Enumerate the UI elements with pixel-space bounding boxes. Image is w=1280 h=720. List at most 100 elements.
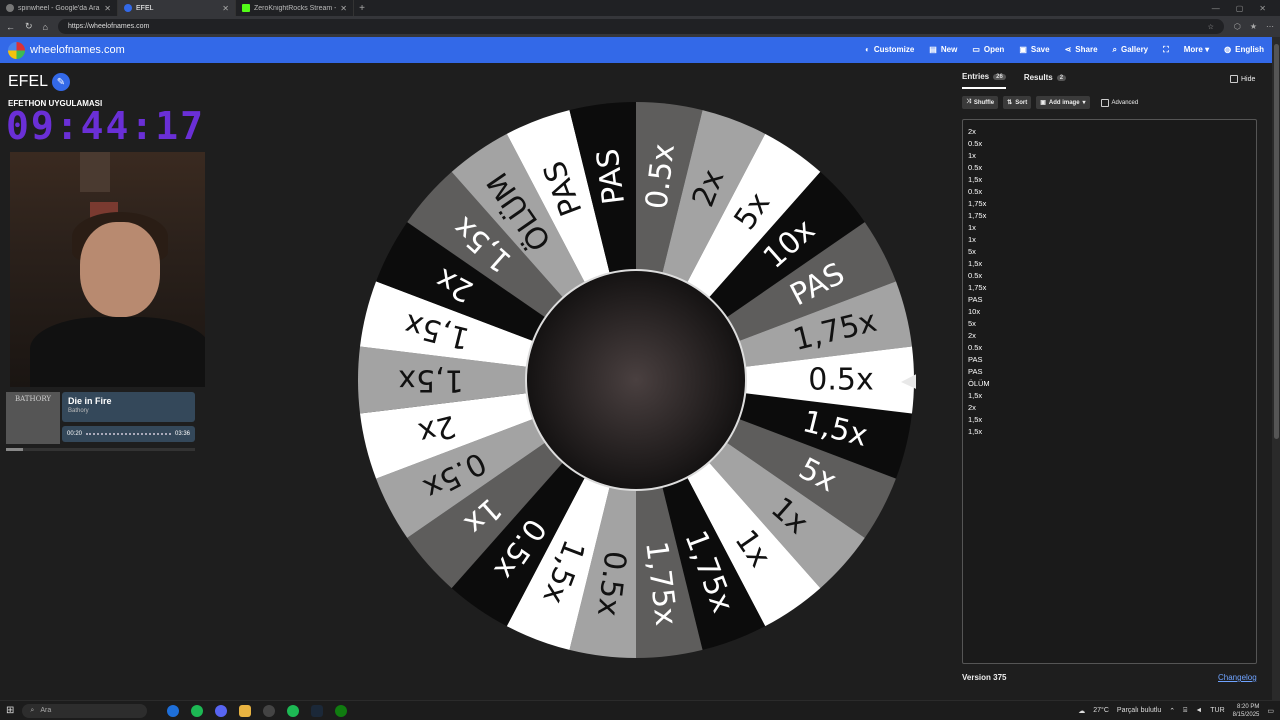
spotify-icon[interactable]: [191, 704, 204, 717]
hide-toggle[interactable]: Hide: [1230, 75, 1255, 83]
system-tray: ☁ 27°C Parçalı bulutlu ⌃ ⌸ ◄ TUR 8:20 PM…: [1078, 703, 1274, 719]
scrollbar-thumb[interactable]: [1274, 44, 1279, 439]
logo-icon[interactable]: [8, 41, 25, 59]
entry-line: 1,5x: [968, 415, 983, 424]
weather-temp[interactable]: 27°C: [1093, 707, 1109, 714]
bookmark-star-icon[interactable]: ☆: [1208, 23, 1214, 31]
advanced-toggle[interactable]: Advanced: [1100, 98, 1138, 107]
minimize-icon[interactable]: —: [1212, 4, 1220, 13]
stream-timer: 09:44:17: [6, 104, 206, 148]
close-icon[interactable]: ✕: [104, 4, 111, 13]
track-progress: 00:20 03:36: [62, 426, 195, 442]
entry-line: 2x: [968, 127, 976, 136]
edge-icon[interactable]: [167, 704, 180, 717]
edit-title-button[interactable]: ✎: [52, 73, 70, 91]
tab-entries[interactable]: Entries 26: [962, 72, 1006, 89]
elapsed-time: 00:20: [67, 431, 83, 437]
language-button[interactable]: ◍ English: [1224, 45, 1264, 55]
entry-line: 5x: [968, 319, 976, 328]
network-icon[interactable]: ⌸: [1183, 707, 1187, 715]
entry-line: 1x: [968, 151, 976, 160]
close-icon[interactable]: ✕: [222, 4, 229, 13]
shuffle-icon: ⤨: [966, 99, 971, 105]
open-button[interactable]: ▭ Open: [972, 45, 1004, 55]
song-title: Die in Fire: [68, 396, 112, 406]
entry-line: 1x: [968, 223, 976, 232]
spin-wheel[interactable]: 1,5x5x1x1x1,75x1,75x0.5x1,5x0.5x1x0.5x2x…: [356, 100, 916, 660]
music-progress-bar: [6, 448, 195, 451]
entry-line: 1,5x: [968, 175, 983, 184]
progress-track: [86, 433, 171, 435]
fullscreen-button[interactable]: ⛶: [1163, 45, 1169, 55]
entry-line: 1,5x: [968, 427, 983, 436]
windows-start-icon[interactable]: ⊞: [6, 705, 14, 716]
taskbar-clock[interactable]: 8:20 PM 8/15/2025: [1233, 703, 1260, 719]
shuffle-button[interactable]: ⤨ Shuffle: [962, 96, 999, 109]
advanced-checkbox[interactable]: [1100, 98, 1109, 107]
share-icon: ⋖: [1064, 45, 1072, 54]
brand-name[interactable]: wheelofnames.com: [30, 44, 125, 56]
reload-icon[interactable]: ↻: [25, 21, 33, 32]
browser-tab[interactable]: spinwheel - Google'da Ara ✕: [0, 0, 118, 16]
entry-line: PAS: [968, 367, 983, 376]
entries-textarea[interactable]: 2x 0.5x 1x 0.5x 1,5x 0.5x 1,75x 1,75x 1x 1x 5x 1,5x…: [962, 119, 1257, 664]
browser-tab[interactable]: ZeroKnightRocks Stream - Watch ✕: [236, 0, 354, 16]
customize-button[interactable]: ◐ Customize: [865, 45, 914, 55]
browser-menu-icon[interactable]: ⋯: [1266, 22, 1274, 31]
spotify-icon[interactable]: [287, 704, 300, 717]
add-image-button[interactable]: ▣ Add image ▾: [1036, 96, 1090, 109]
top-menu: ◐ Customize ▤ New ▭ Open ▣ Save ⋖ Share ⌕ Gall…: [865, 45, 1264, 55]
new-tab-button[interactable]: +: [354, 3, 370, 14]
entry-line: 1,75x: [968, 283, 987, 292]
person-shirt: [30, 317, 205, 387]
close-icon[interactable]: ✕: [340, 4, 347, 13]
taskbar-search[interactable]: ⌕ Ara: [22, 703, 148, 718]
app-header: wheelofnames.com ◐ Customize ▤ New ▭ Open ▣…: [0, 37, 1272, 63]
tab-title: spinwheel - Google'da Ara: [18, 4, 100, 12]
xbox-icon[interactable]: [335, 704, 348, 717]
browser-tab-active[interactable]: EFEL ✕: [118, 0, 236, 16]
steam-icon[interactable]: [311, 704, 324, 717]
entry-line: 0.5x: [968, 163, 983, 172]
weather-text: Parçalı bulutlu: [1116, 707, 1162, 714]
entries-toolbar: ⤨ Shuffle ⇅ Sort ▣ Add image ▾ Advanced: [962, 96, 1138, 109]
url-field[interactable]: https://wheelofnames.com ☆: [57, 19, 1224, 34]
tab-title: ZeroKnightRocks Stream - Watch: [254, 4, 337, 12]
notification-icon[interactable]: ▭: [1267, 707, 1274, 715]
sort-button[interactable]: ⇅ Sort: [1003, 96, 1032, 109]
weather-icon: ☁: [1078, 707, 1086, 715]
lang-indicator[interactable]: TUR: [1210, 707, 1224, 714]
changelog-link[interactable]: Changelog: [1218, 673, 1257, 682]
palette-icon: ◐: [865, 45, 870, 54]
volume-icon[interactable]: ◄: [1195, 707, 1202, 714]
extension-icon[interactable]: ⬡: [1234, 22, 1241, 31]
wheel-center-image[interactable]: [525, 269, 747, 491]
chevron-down-icon: ▾: [1082, 100, 1086, 106]
gallery-button[interactable]: ⌕ Gallery: [1113, 45, 1149, 55]
back-icon[interactable]: ←: [6, 22, 15, 32]
window-controls: — ▢ ✕: [1212, 4, 1280, 13]
pencil-icon: ✎: [56, 76, 66, 88]
share-button[interactable]: ⋖ Share: [1065, 45, 1098, 55]
file-icon: ▤: [929, 45, 937, 54]
favorites-icon[interactable]: ★: [1250, 22, 1257, 31]
discord-icon[interactable]: [215, 704, 228, 717]
results-count-badge: 2: [1056, 74, 1067, 81]
save-button[interactable]: ▣ Save: [1019, 45, 1049, 55]
image-icon: ▣: [1040, 100, 1046, 106]
obs-icon[interactable]: [263, 704, 276, 717]
more-button[interactable]: More ▾: [1184, 45, 1209, 55]
wheel-title: EFEL: [8, 73, 49, 90]
entries-count-badge: 26: [993, 73, 1006, 80]
close-window-icon[interactable]: ✕: [1259, 4, 1266, 13]
home-icon[interactable]: ⌂: [43, 22, 48, 32]
wheel-slice-label: 1,5x: [398, 363, 463, 398]
maximize-icon[interactable]: ▢: [1236, 4, 1244, 13]
chevron-up-icon[interactable]: ⌃: [1169, 707, 1175, 715]
hide-checkbox[interactable]: [1230, 75, 1238, 83]
new-button[interactable]: ▤ New: [929, 45, 957, 55]
folder-icon: ▭: [972, 45, 980, 54]
file-explorer-icon[interactable]: [239, 704, 252, 717]
tab-results[interactable]: Results 2: [1024, 72, 1067, 89]
wheel-icon: [124, 4, 132, 12]
